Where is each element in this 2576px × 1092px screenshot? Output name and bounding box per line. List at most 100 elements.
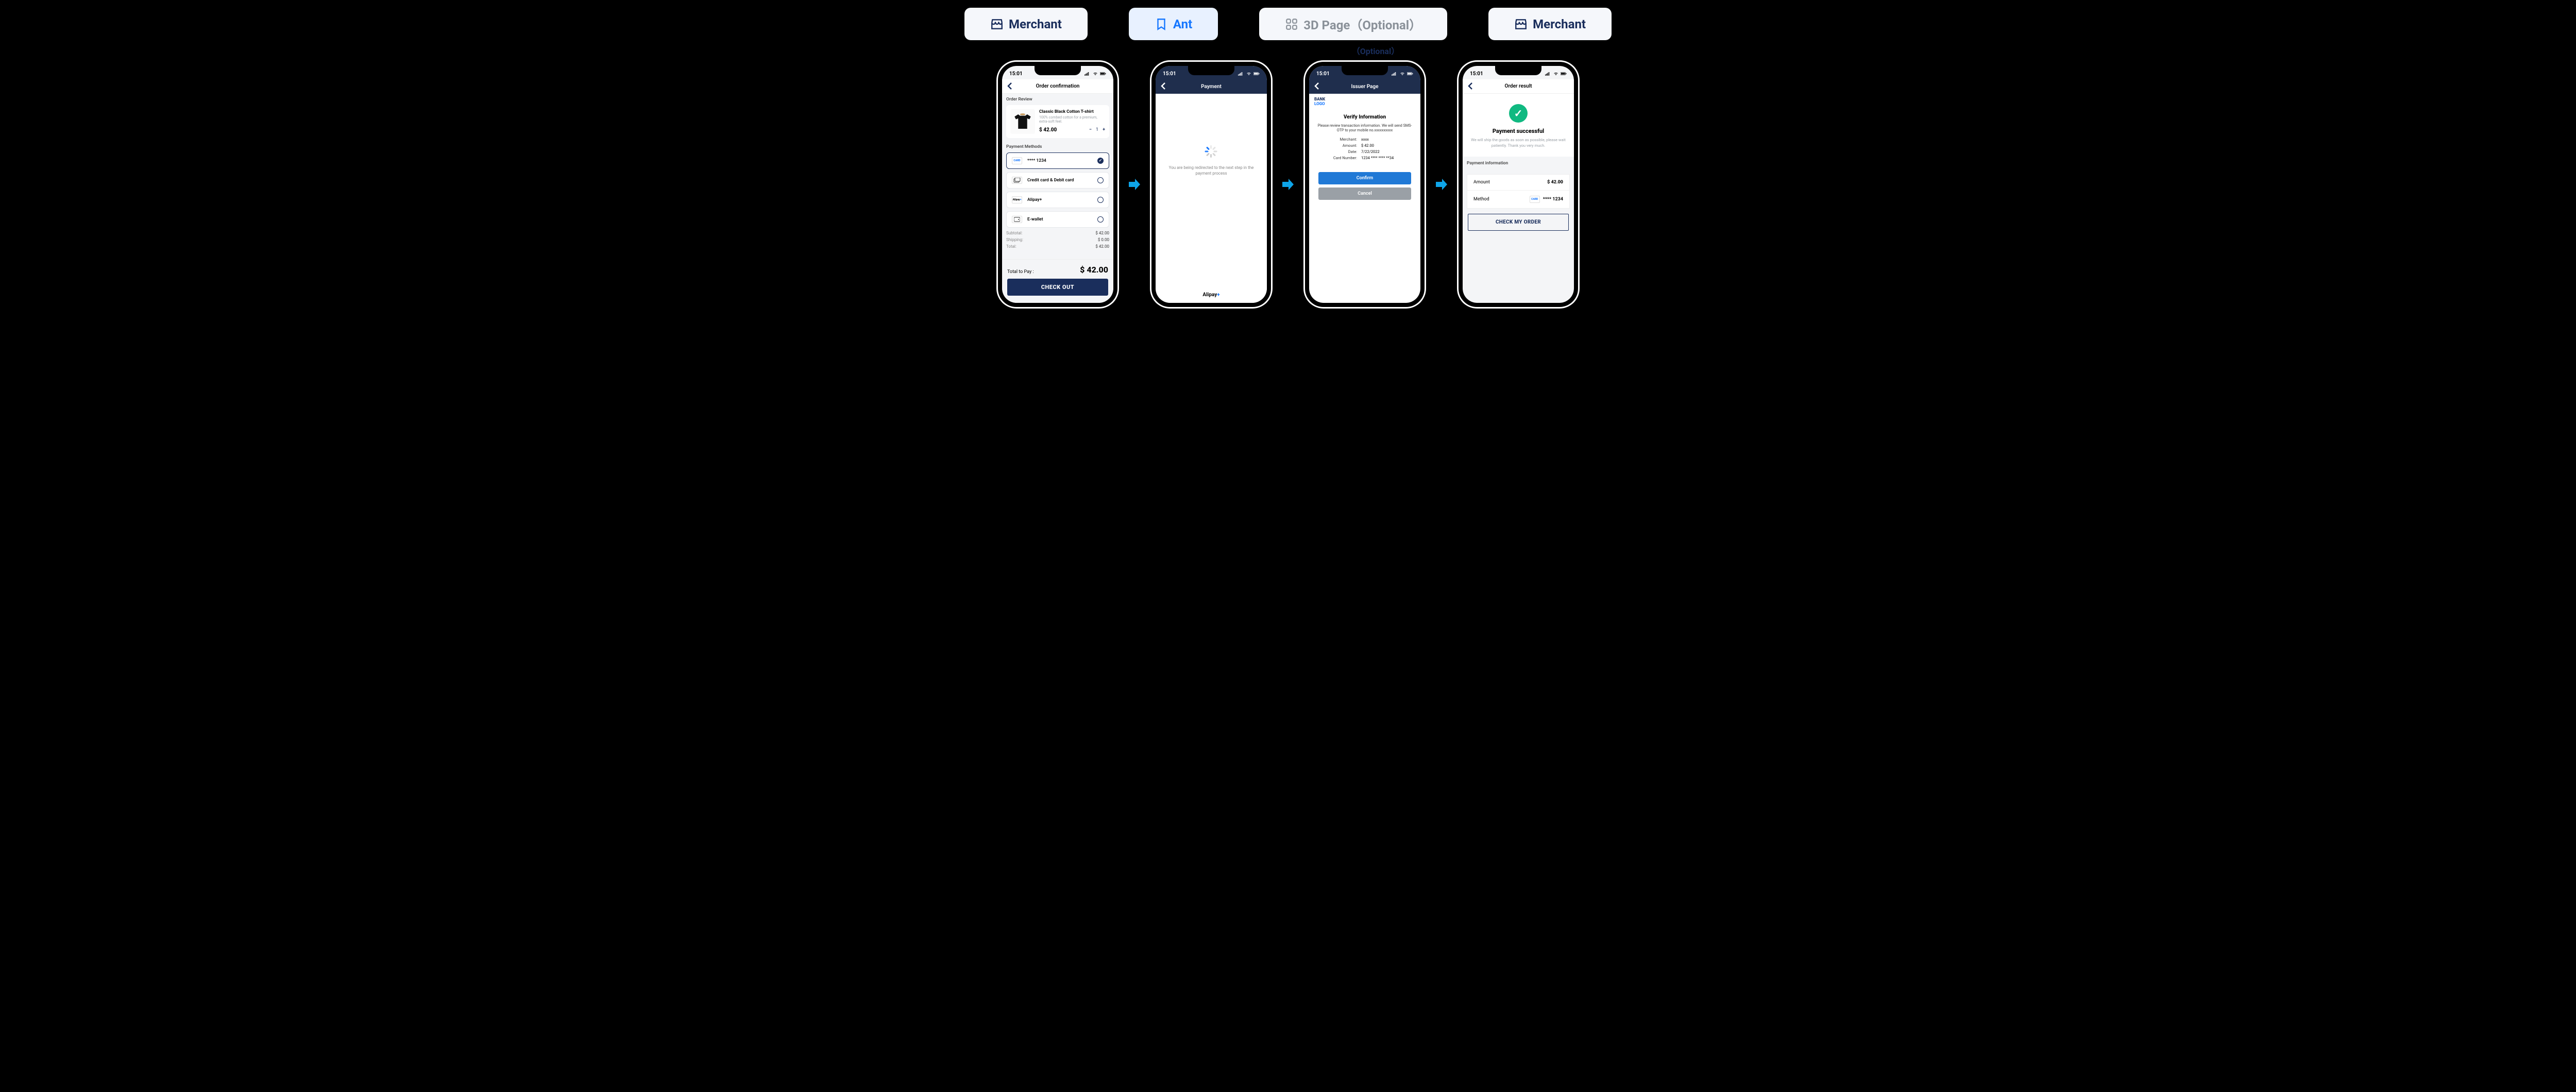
total-value: $ 42.00 xyxy=(1095,244,1109,249)
bookmark-icon xyxy=(1155,18,1168,31)
status-time: 15:01 xyxy=(1163,71,1176,77)
shipping-label: Shipping: xyxy=(1006,237,1023,242)
pm-label: Alipay+ xyxy=(1027,197,1042,202)
cancel-button[interactable]: Cancel xyxy=(1318,187,1411,200)
signal-icon xyxy=(1238,71,1244,76)
date-label: Date: xyxy=(1322,149,1357,154)
payment-info-card: Amount $ 42.00 Method CARD **** 1234 xyxy=(1467,174,1570,209)
phone-issuer-page: 15:01 Issuer Page BANKLOGO Verify Inform… xyxy=(1305,62,1425,307)
success-check-icon: ✓ xyxy=(1509,104,1528,123)
amount-label: Amount: xyxy=(1322,143,1357,148)
nav-title: Order result xyxy=(1504,83,1532,89)
alipay-icon: Alipay+ xyxy=(1012,196,1022,203)
radio-icon xyxy=(1097,177,1104,183)
tab-merchant-1: Merchant xyxy=(964,8,1088,40)
flow-arrow-icon xyxy=(1280,177,1296,192)
status-icons xyxy=(1392,71,1413,76)
total-label: Total: xyxy=(1006,244,1016,249)
phone-order-result: 15:01 Order result ✓ Payment successful … xyxy=(1459,62,1578,307)
payment-methods-heading: Payment Methods xyxy=(1006,144,1109,149)
back-button[interactable] xyxy=(1314,82,1319,91)
product-desc: 100% combed cotton for a premium, extra-… xyxy=(1039,115,1105,124)
tab-3d: 3D Page（Optional） xyxy=(1259,8,1447,40)
pm-label: **** 1234 xyxy=(1027,158,1046,163)
checkout-button[interactable]: CHECK OUT xyxy=(1007,279,1108,296)
product-price: $ 42.00 xyxy=(1039,127,1057,133)
qty-stepper[interactable]: − 1 + xyxy=(1089,127,1105,132)
verify-description: Please review transaction information. W… xyxy=(1316,123,1413,133)
order-review-heading: Order Review xyxy=(1006,97,1109,102)
tab-merchant-2: Merchant xyxy=(1488,8,1612,40)
date-value: 7/22/2022 xyxy=(1361,149,1408,154)
flow-tabs: Merchant Ant 3D Page（Optional） Merchant xyxy=(964,8,1612,40)
payment-method-alipay[interactable]: Alipay+ Alipay+ xyxy=(1006,192,1109,208)
back-button[interactable] xyxy=(1468,82,1473,91)
back-button[interactable] xyxy=(1161,82,1166,91)
nav-title: Payment xyxy=(1201,84,1222,90)
status-icons xyxy=(1084,71,1106,76)
pm-label: Credit card & Debit card xyxy=(1027,178,1074,183)
optional-caption: （Optional） xyxy=(113,44,2576,57)
nav-title: Order confirmation xyxy=(1036,83,1080,89)
phone-order-confirmation: 15:01 Order confirmation Order Review Cl… xyxy=(998,62,1117,307)
radio-icon xyxy=(1097,216,1104,223)
qty-value: 1 xyxy=(1096,127,1098,132)
battery-icon xyxy=(1100,71,1106,76)
product-image xyxy=(1010,109,1035,134)
qty-minus-icon[interactable]: − xyxy=(1089,127,1092,132)
total-bar: Total to Pay : $ 42.00 CHECK OUT xyxy=(1002,259,1113,303)
qty-plus-icon[interactable]: + xyxy=(1103,127,1105,132)
navbar: Issuer Page xyxy=(1309,79,1420,94)
verify-heading: Verify Information xyxy=(1316,114,1413,120)
signal-icon xyxy=(1545,71,1551,76)
wifi-icon xyxy=(1092,71,1098,76)
bank-logo: BANKLOGO xyxy=(1309,94,1420,109)
method-value: **** 1234 xyxy=(1543,197,1563,202)
product-title: Classic Black Cotton T-shirt xyxy=(1039,109,1105,114)
battery-icon xyxy=(1407,71,1413,76)
navbar: Order confirmation xyxy=(1002,79,1113,94)
wallet-icon xyxy=(1012,216,1022,223)
amount-value: $ 42.00 xyxy=(1547,180,1563,185)
merchant-value: xxxx xyxy=(1361,137,1408,142)
subtotal-value: $ 42.00 xyxy=(1095,231,1109,235)
payment-method-card[interactable]: CARD **** 1234 xyxy=(1006,152,1109,169)
nav-title: Issuer Page xyxy=(1351,84,1378,90)
summary: Subtotal:$ 42.00 Shipping:$ 0.00 Total:$… xyxy=(1006,231,1109,249)
battery-icon xyxy=(1561,71,1567,76)
pm-label: E-wallet xyxy=(1027,217,1043,222)
radio-icon xyxy=(1097,197,1104,203)
flow-arrow-icon xyxy=(1434,177,1449,192)
navbar: Payment xyxy=(1156,79,1267,94)
success-message: We will ship the goods as soon as possib… xyxy=(1468,138,1569,148)
tab-ant: Ant xyxy=(1129,8,1218,40)
tab-label: Merchant xyxy=(1533,17,1586,31)
tab-label: Merchant xyxy=(1009,17,1062,31)
merchant-label: Merchant: xyxy=(1322,137,1357,142)
back-button[interactable] xyxy=(1007,82,1012,91)
status-time: 15:01 xyxy=(1470,71,1483,77)
store-icon xyxy=(1514,18,1528,31)
status-icons xyxy=(1545,71,1567,76)
status-time: 15:01 xyxy=(1009,71,1023,77)
card-number-value: 1234 **** **** **34 xyxy=(1361,156,1408,160)
alipay-footer: Alipay+ xyxy=(1156,287,1267,303)
check-order-button[interactable]: CHECK MY ORDER xyxy=(1468,214,1569,231)
card-icon: CARD xyxy=(1012,157,1022,164)
status-icons xyxy=(1238,71,1260,76)
payment-method-ewallet[interactable]: E-wallet xyxy=(1006,211,1109,228)
total-to-pay-label: Total to Pay : xyxy=(1007,269,1034,275)
wifi-icon xyxy=(1246,71,1252,76)
product-card: Classic Black Cotton T-shirt 100% combed… xyxy=(1006,105,1109,138)
tab-label: 3D Page（Optional） xyxy=(1303,15,1421,33)
amount-value: $ 42.00 xyxy=(1361,143,1408,148)
redirect-message: You are being redirected to the next ste… xyxy=(1156,165,1267,176)
payment-method-list: CARD **** 1234 Credit card & Debit card … xyxy=(1006,152,1109,228)
alipay-plus-icon: + xyxy=(1217,292,1219,298)
total-to-pay-value: $ 42.00 xyxy=(1080,265,1108,275)
payment-method-credit-debit[interactable]: Credit card & Debit card xyxy=(1006,172,1109,189)
card-number-label: Card Number: xyxy=(1322,156,1357,160)
confirm-button[interactable]: Confirm xyxy=(1318,172,1411,184)
battery-icon xyxy=(1253,71,1260,76)
tab-label: Ant xyxy=(1173,17,1192,31)
